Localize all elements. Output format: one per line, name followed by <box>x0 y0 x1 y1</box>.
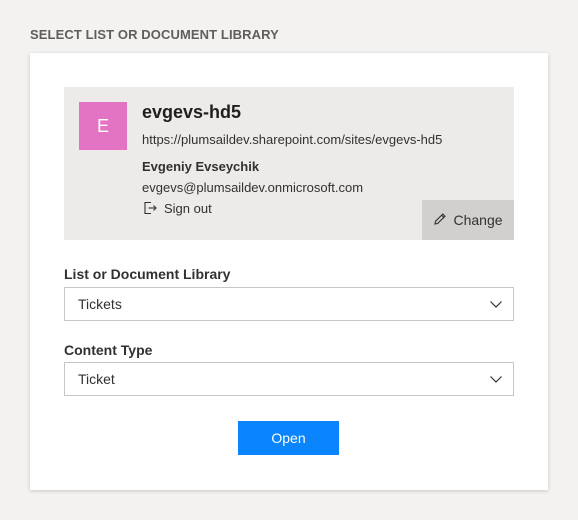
selection-card: E evgevs-hd5 https://plumsaildev.sharepo… <box>30 53 548 490</box>
change-button[interactable]: Change <box>422 200 514 240</box>
change-label: Change <box>453 212 503 228</box>
sign-out-icon <box>142 200 158 216</box>
open-button[interactable]: Open <box>238 421 339 455</box>
user-email: evgevs@plumsaildev.onmicrosoft.com <box>142 180 364 195</box>
list-dropdown-value: Tickets <box>78 296 122 312</box>
section-title: SELECT LIST OR DOCUMENT LIBRARY <box>30 27 279 42</box>
content-type-label: Content Type <box>64 342 153 358</box>
sign-out-label: Sign out <box>164 200 212 216</box>
site-name: evgevs-hd5 <box>142 102 242 122</box>
list-field-label: List or Document Library <box>64 266 231 282</box>
pencil-icon <box>433 212 447 229</box>
chevron-down-icon <box>489 297 503 314</box>
list-dropdown[interactable]: Tickets <box>64 287 514 321</box>
sign-out-link[interactable]: Sign out <box>142 200 212 216</box>
content-type-dropdown[interactable]: Ticket <box>64 362 514 396</box>
site-url: https://plumsaildev.sharepoint.com/sites… <box>142 132 443 147</box>
user-name: Evgeniy Evseychik <box>142 159 260 174</box>
site-avatar: E <box>79 102 127 150</box>
content-type-value: Ticket <box>78 371 115 387</box>
chevron-down-icon <box>489 372 503 389</box>
site-panel: E evgevs-hd5 https://plumsaildev.sharepo… <box>64 87 514 240</box>
